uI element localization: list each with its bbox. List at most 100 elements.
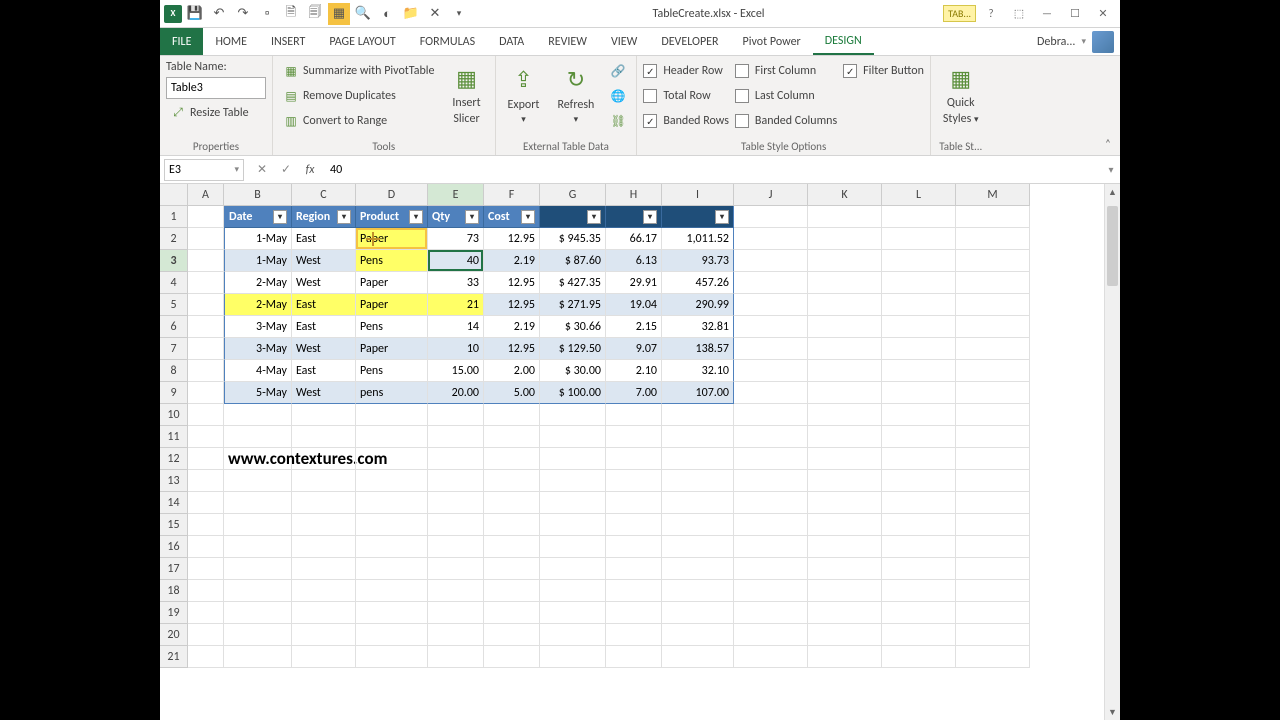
cell[interactable] [734, 294, 808, 316]
cell[interactable] [956, 382, 1030, 404]
cell[interactable] [356, 514, 428, 536]
cell[interactable] [188, 360, 224, 382]
cell[interactable] [224, 536, 292, 558]
cell[interactable]: 29.91 [606, 272, 662, 294]
cell[interactable] [224, 558, 292, 580]
cell[interactable]: 73 [428, 228, 484, 250]
row-header[interactable]: 20 [160, 624, 188, 646]
cell[interactable]: $ 100.00 [540, 382, 606, 404]
cell[interactable] [428, 536, 484, 558]
help-icon[interactable]: ? [978, 4, 1004, 24]
scroll-down-icon[interactable]: ▼ [1105, 704, 1120, 720]
cell[interactable] [956, 492, 1030, 514]
insert-slicer-button[interactable]: ▦ InsertSlicer [445, 60, 489, 128]
cell[interactable] [734, 404, 808, 426]
refresh-button[interactable]: ↻ Refresh▾ [552, 60, 601, 128]
cell[interactable] [882, 646, 956, 668]
cell[interactable] [356, 602, 428, 624]
cell[interactable] [662, 492, 734, 514]
cell[interactable] [882, 602, 956, 624]
cell[interactable] [188, 426, 224, 448]
cell[interactable] [734, 272, 808, 294]
row-header[interactable]: 14 [160, 492, 188, 514]
cell[interactable]: 5.00 [484, 382, 540, 404]
select-all-corner[interactable] [160, 184, 188, 206]
cell[interactable] [428, 646, 484, 668]
cell[interactable] [956, 448, 1030, 470]
cell[interactable] [188, 206, 224, 228]
cell[interactable] [356, 580, 428, 602]
cell[interactable]: 2.15 [606, 316, 662, 338]
cell[interactable] [428, 492, 484, 514]
cell[interactable] [956, 514, 1030, 536]
filter-dropdown-icon[interactable]: ▾ [715, 210, 729, 224]
column-header[interactable]: J [734, 184, 808, 206]
cell[interactable] [292, 536, 356, 558]
cell[interactable] [292, 404, 356, 426]
tab-home[interactable]: HOME [203, 28, 259, 55]
cell[interactable] [734, 316, 808, 338]
cell[interactable] [188, 470, 224, 492]
column-header[interactable]: H [606, 184, 662, 206]
cell[interactable] [808, 316, 882, 338]
cell[interactable] [606, 514, 662, 536]
cell[interactable] [540, 426, 606, 448]
cell[interactable]: 2-May [224, 272, 292, 294]
cell[interactable] [292, 646, 356, 668]
scroll-thumb[interactable] [1107, 206, 1118, 286]
cell[interactable]: $ 129.50 [540, 338, 606, 360]
cell[interactable] [188, 316, 224, 338]
cell[interactable] [808, 492, 882, 514]
total-row-checkbox[interactable]: Total Row [643, 85, 729, 107]
cell[interactable]: $ 427.35 [540, 272, 606, 294]
cell[interactable]: 290.99 [662, 294, 734, 316]
row-header[interactable]: 2 [160, 228, 188, 250]
cell[interactable]: 15.00 [428, 360, 484, 382]
cell[interactable] [882, 250, 956, 272]
cell[interactable] [188, 646, 224, 668]
cell[interactable] [606, 426, 662, 448]
close-doc-icon[interactable]: ✕ [424, 3, 446, 25]
cell[interactable] [882, 228, 956, 250]
cell[interactable]: 107.00 [662, 382, 734, 404]
cell[interactable]: 2.10 [606, 360, 662, 382]
cell[interactable] [956, 602, 1030, 624]
row-header[interactable]: 18 [160, 580, 188, 602]
cell[interactable] [882, 514, 956, 536]
cell[interactable] [428, 470, 484, 492]
cell[interactable] [808, 514, 882, 536]
row-header[interactable]: 19 [160, 602, 188, 624]
row-header[interactable]: 15 [160, 514, 188, 536]
cell[interactable]: Paper [356, 228, 428, 250]
row-header[interactable]: 10 [160, 404, 188, 426]
cell[interactable] [540, 448, 606, 470]
cell[interactable]: Product▾ [356, 206, 428, 228]
row-header[interactable]: 21 [160, 646, 188, 668]
cell[interactable]: Date▾ [224, 206, 292, 228]
enter-formula-icon[interactable]: ✓ [274, 159, 298, 181]
cell[interactable] [428, 448, 484, 470]
tab-pivot-power[interactable]: Pivot Power [731, 28, 813, 55]
column-header[interactable]: C [292, 184, 356, 206]
cell[interactable] [484, 602, 540, 624]
tab-view[interactable]: VIEW [599, 28, 649, 55]
cell[interactable] [734, 492, 808, 514]
cell[interactable] [662, 448, 734, 470]
cell[interactable]: 12.95 [484, 338, 540, 360]
cell[interactable] [956, 646, 1030, 668]
cell[interactable] [606, 602, 662, 624]
cell[interactable]: East [292, 360, 356, 382]
cell[interactable] [356, 404, 428, 426]
save-icon[interactable]: 💾 [184, 3, 206, 25]
row-header[interactable]: 9 [160, 382, 188, 404]
tab-insert[interactable]: INSERT [259, 28, 317, 55]
cell[interactable]: Paper [356, 338, 428, 360]
user-name[interactable]: Debra... [1037, 35, 1075, 49]
cell[interactable] [956, 206, 1030, 228]
cell[interactable] [882, 206, 956, 228]
quick-styles-button[interactable]: ▦ Quick Styles ▾ [937, 60, 985, 128]
cell[interactable]: $ 30.00 [540, 360, 606, 382]
cell[interactable] [808, 360, 882, 382]
cell[interactable] [734, 646, 808, 668]
cell[interactable] [540, 470, 606, 492]
